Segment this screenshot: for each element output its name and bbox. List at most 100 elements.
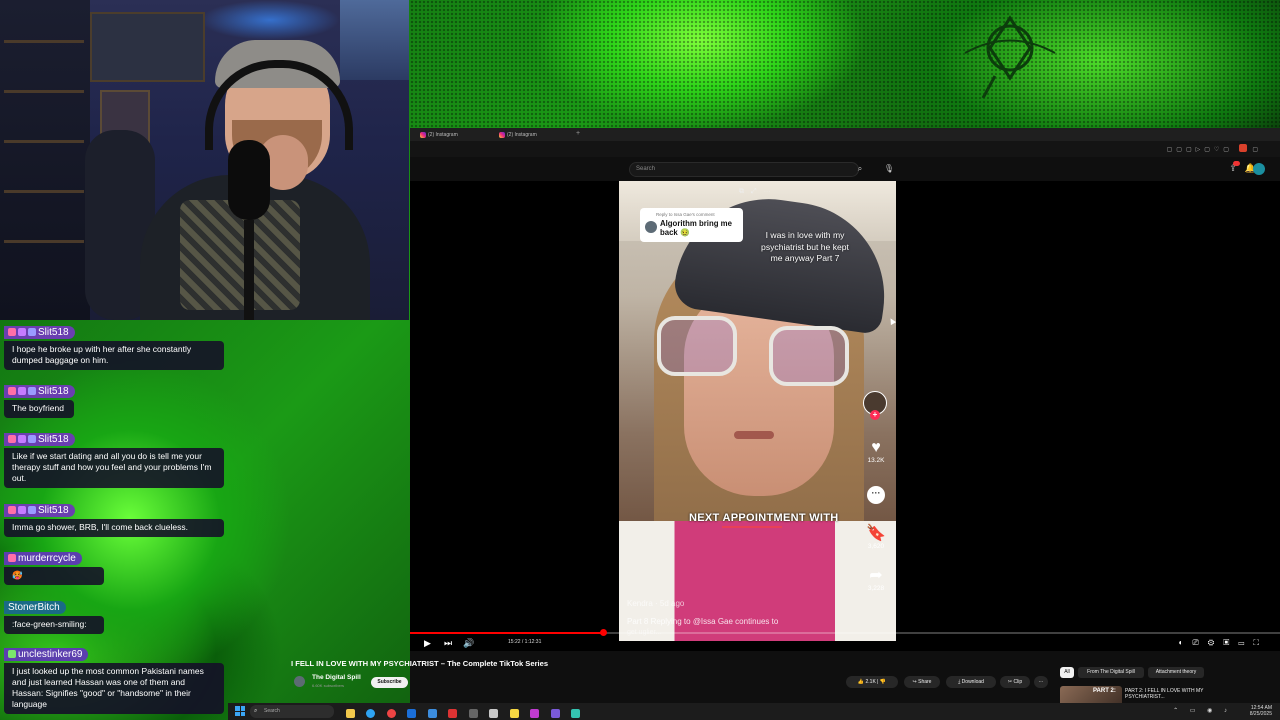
progress-bar[interactable]	[410, 629, 1280, 636]
tab-bar: (2) Instagram (2) Instagram +	[410, 128, 1280, 141]
app-icon[interactable]	[407, 709, 417, 719]
share-count: 3,228	[867, 585, 885, 592]
mod-badge-icon	[28, 435, 36, 443]
app-icon[interactable]	[550, 709, 560, 719]
app-icon[interactable]	[427, 709, 437, 719]
search-input[interactable]: Search	[629, 162, 859, 177]
chat-text: I just looked up the most common Pakista…	[4, 663, 224, 714]
fullscreen-icon[interactable]: ⛶	[1253, 638, 1268, 647]
browser-tab[interactable]: (2) Instagram	[418, 130, 496, 140]
extension-red-icon[interactable]	[1238, 144, 1247, 152]
app-icon[interactable]	[468, 709, 478, 719]
overlay-emblem-icon	[964, 15, 1056, 98]
bits-badge-icon	[18, 387, 26, 395]
chrome-icon[interactable]	[386, 709, 396, 719]
system-tray-icons[interactable]: ⌃ ▭ ◉ ♪	[1173, 707, 1232, 714]
wall-art	[90, 12, 205, 82]
pip-icon[interactable]: ⧉	[739, 188, 751, 195]
save-button[interactable]: 🔖 3,620	[859, 525, 893, 550]
bits-badge-icon	[18, 435, 26, 443]
chat-message: unclestinker69 I just looked up the most…	[4, 644, 224, 714]
player-controls: ▶ ⏭ 🔊 15:22 / 1:12:31 ◐⎚⚙▣▭⛶	[410, 636, 1280, 650]
new-tab-button[interactable]: +	[576, 130, 580, 137]
video-title: I FELL IN LOVE WITH MY PSYCHIATRIST – Th…	[291, 659, 549, 668]
sub-badge-icon	[8, 328, 16, 336]
share-pill-button[interactable]: ↪ Share	[904, 676, 940, 688]
window	[340, 0, 409, 80]
next-icon[interactable]: ⏭	[444, 638, 452, 649]
clock[interactable]: 12:54 AM 8/25/2025	[1250, 705, 1272, 717]
sub-badge-icon	[8, 387, 16, 395]
taskbar-search[interactable]: ⌕ Search	[250, 705, 334, 718]
captions-icon[interactable]: ⎚	[1192, 638, 1207, 647]
chip-all[interactable]: All	[1060, 667, 1074, 678]
extension-icons[interactable]: ▢▢▢▷▢♡▢ ▢	[1167, 144, 1262, 154]
chat-username: murderrcycle	[18, 553, 76, 564]
channel-name[interactable]: The Digital Spill	[312, 674, 361, 681]
notification-badge	[1233, 161, 1240, 166]
volume-icon[interactable]: 🔊	[463, 638, 474, 649]
video-player[interactable]: ⧉⤢⋯ Reply to Issa Gae's comment Algorith…	[410, 181, 1280, 651]
thumbnail-text: PART 2:	[1093, 688, 1116, 694]
search-icon[interactable]: ⌕	[851, 162, 869, 177]
share-button[interactable]: ➦ 3,228	[859, 567, 893, 592]
download-icon: ⤓	[958, 679, 961, 685]
theater-icon[interactable]: ▭	[1238, 638, 1253, 647]
app-icon[interactable]	[530, 709, 540, 719]
comment-icon: ···	[867, 486, 885, 504]
bits-badge-icon	[18, 506, 26, 514]
share-arrow-icon: ➦	[869, 567, 883, 584]
channel-avatar[interactable]	[294, 676, 305, 687]
tiktok-video[interactable]: ⧉⤢⋯ Reply to Issa Gae's comment Algorith…	[619, 181, 896, 641]
search-icon: ⌕	[254, 708, 258, 714]
browser-tab[interactable]: (2) Instagram	[497, 130, 575, 140]
like-dislike-button[interactable]: 👍 2.1K | 👎	[846, 676, 898, 688]
comment-button[interactable]: ···	[859, 483, 893, 504]
app-icon[interactable]	[489, 709, 499, 719]
microphone	[228, 140, 270, 220]
instagram-icon	[420, 132, 426, 138]
youtube-header: Search ⌕ 🎙 ⇪🔔	[410, 157, 1280, 181]
app-icon[interactable]	[448, 709, 458, 719]
subscribe-button[interactable]: Subscribe	[371, 677, 408, 688]
comment-reply-label: Reply to Issa Gae's comment	[656, 212, 715, 217]
like-count: 13.2K	[867, 457, 885, 464]
chat-username: Slit518	[38, 505, 69, 516]
video-description: Part 8 Replying to @Issa Gae continues t…	[627, 617, 779, 626]
like-button[interactable]: ♥ 13.2K	[859, 439, 893, 464]
chat-message: Slit518 Imma go shower, BRB, I'll come b…	[4, 500, 224, 537]
extensions-bar: ▢▢▢▷▢♡▢ ▢	[410, 141, 1280, 157]
follow-plus-icon[interactable]: +	[870, 410, 880, 420]
reply-comment-card: Reply to Issa Gae's comment Algorithm br…	[640, 208, 743, 242]
chip-channel[interactable]: From The Digital Spill	[1078, 667, 1144, 678]
chip-topic[interactable]: Attachment theory	[1148, 667, 1204, 678]
video-username: Kendra · 5d ago	[627, 599, 685, 608]
avatar[interactable]	[1253, 163, 1265, 175]
play-icon[interactable]: ▶	[424, 638, 431, 649]
expand-icon[interactable]: ⤢	[751, 188, 764, 195]
app-icon[interactable]	[570, 709, 580, 719]
more-actions-button[interactable]: ···	[1034, 676, 1048, 688]
download-button[interactable]: ⤓ Download	[946, 676, 996, 688]
windows-start-icon[interactable]	[235, 706, 245, 716]
comment-text: Algorithm bring me back 🤢	[660, 219, 732, 237]
microphone-icon[interactable]: 🎙	[882, 162, 896, 177]
progress-scrubber[interactable]	[600, 629, 607, 636]
chat-message: StonerBitch :face-green-smiling:	[4, 597, 224, 634]
more-icon[interactable]: ⋯	[764, 188, 778, 195]
mod-badge-icon	[28, 506, 36, 514]
overlay-halftone	[410, 0, 1280, 128]
miniplayer-icon[interactable]: ▣	[1223, 638, 1238, 647]
time-display: 15:22 / 1:12:31	[508, 639, 542, 645]
chat-username: StonerBitch	[8, 602, 60, 613]
clip-button[interactable]: ✂ Clip	[1000, 676, 1030, 688]
file-explorer-icon[interactable]	[346, 709, 355, 719]
autoplay-toggle-icon[interactable]: ◐	[1178, 638, 1192, 647]
app-icon[interactable]	[509, 709, 519, 719]
recommended-title[interactable]: PART 2: I FELL IN LOVE WITH MY PSYCHIATR…	[1125, 688, 1215, 700]
bookmark-icon: 🔖	[866, 525, 886, 542]
player-right-controls: ◐⎚⚙▣▭⛶	[1178, 638, 1268, 648]
edge-icon[interactable]	[366, 709, 376, 719]
settings-gear-icon[interactable]: ⚙	[1208, 638, 1223, 647]
sub-badge-icon	[8, 435, 16, 443]
